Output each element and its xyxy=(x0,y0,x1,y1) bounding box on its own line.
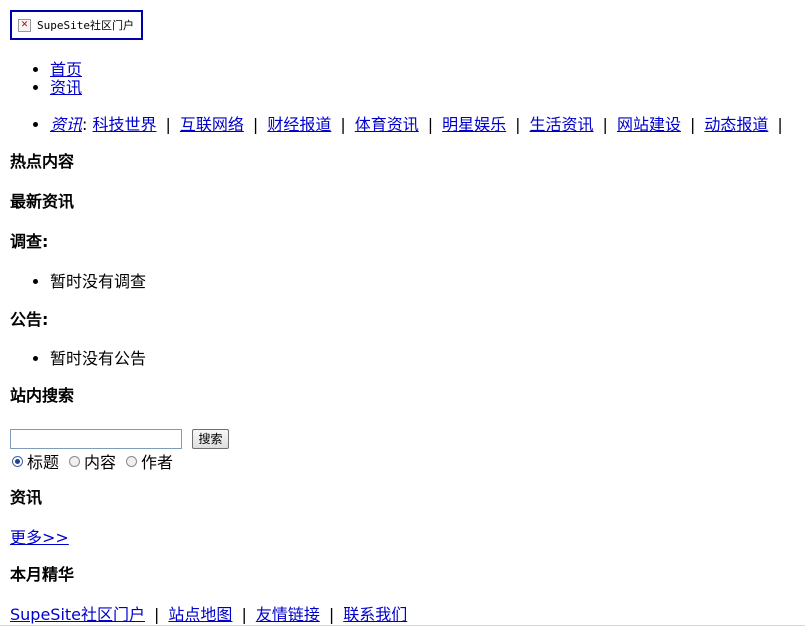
broken-image-icon: ✕ xyxy=(18,18,31,32)
separator: | xyxy=(777,115,783,134)
search-scope-options: 标题 内容 作者 xyxy=(12,449,183,473)
channel-link-internet[interactable]: 互联网络 xyxy=(180,115,244,134)
separator: | xyxy=(427,115,434,134)
channel-nav: 资讯: 科技世界 | 互联网络 | 财经报道 | 体育资讯 | 明星娱乐 | 生活资讯 | 网站建设 | 动… xyxy=(10,116,792,134)
channel-link-finance[interactable]: 财经报道 xyxy=(267,115,331,134)
notice-heading: 公告: xyxy=(10,310,49,329)
channel-link-updates[interactable]: 动态报道 xyxy=(704,115,768,134)
search-option-content[interactable]: 内容 xyxy=(69,449,116,473)
separator: | xyxy=(515,115,521,134)
channel-label-link[interactable]: 资讯 xyxy=(50,115,82,134)
main-nav: 首页 资讯 xyxy=(10,61,82,97)
search-option-label: 作者 xyxy=(141,453,174,472)
separator: | xyxy=(165,115,171,134)
search-button[interactable]: 搜索 xyxy=(192,429,229,449)
footer-link-sitemap[interactable]: 站点地图 xyxy=(168,605,232,624)
separator: | xyxy=(241,605,247,624)
search-option-title[interactable]: 标题 xyxy=(12,449,59,473)
search-option-author[interactable]: 作者 xyxy=(126,449,173,473)
channel-nav-row: 资讯: 科技世界 | 互联网络 | 财经报道 | 体育资讯 | 明星娱乐 | 生活资讯 | 网站建设 | 动… xyxy=(50,116,792,134)
poll-heading: 调查: xyxy=(10,232,49,251)
separator: | xyxy=(252,115,259,134)
footer-link-portal[interactable]: SupeSite社区门户 xyxy=(10,605,145,624)
hot-content-heading: 热点内容 xyxy=(10,152,75,171)
best-of-month-heading: 本月精华 xyxy=(10,565,75,584)
notice-empty-item: 暂时没有公告 xyxy=(50,350,146,368)
radio-unchecked-icon[interactable] xyxy=(126,455,138,467)
logo-link[interactable]: ✕ SupeSite社区门户 xyxy=(10,10,143,40)
footer-link-contact[interactable]: 联系我们 xyxy=(343,605,407,624)
poll-empty-item: 暂时没有调查 xyxy=(50,273,146,291)
footer-link-friends[interactable]: 友情链接 xyxy=(256,605,320,624)
footer-divider xyxy=(0,625,805,626)
logo-alt-text: SupeSite社区门户 xyxy=(37,19,134,32)
search-input[interactable] xyxy=(10,429,182,449)
channel-link-webdev[interactable]: 网站建设 xyxy=(617,115,681,134)
poll-list: 暂时没有调查 xyxy=(10,273,146,291)
main-nav-item: 首页 xyxy=(50,61,82,79)
channel-colon: : xyxy=(82,115,88,134)
radio-checked-icon[interactable] xyxy=(12,455,23,467)
site-search-heading: 站内搜索 xyxy=(10,386,75,405)
separator: | xyxy=(602,115,608,134)
news-heading: 资讯 xyxy=(10,488,43,507)
more-link[interactable]: 更多>> xyxy=(10,529,69,547)
latest-news-heading: 最新资讯 xyxy=(10,192,75,211)
separator: | xyxy=(689,115,696,134)
nav-home-link[interactable]: 首页 xyxy=(50,60,82,79)
footer-links: SupeSite社区门户 | 站点地图 | 友情链接 | 联系我们 xyxy=(10,606,407,624)
channel-link-life[interactable]: 生活资讯 xyxy=(530,115,594,134)
channel-link-sports[interactable]: 体育资讯 xyxy=(355,115,419,134)
channel-link-entertainment[interactable]: 明星娱乐 xyxy=(442,115,506,134)
search-option-label: 标题 xyxy=(27,453,60,472)
separator: | xyxy=(340,115,346,134)
main-nav-item: 资讯 xyxy=(50,79,82,97)
notice-list: 暂时没有公告 xyxy=(10,350,146,368)
separator: | xyxy=(154,605,160,624)
radio-unchecked-icon[interactable] xyxy=(69,455,81,467)
separator: | xyxy=(328,605,335,624)
search-option-label: 内容 xyxy=(84,453,117,472)
channel-link-tech[interactable]: 科技世界 xyxy=(93,115,157,134)
nav-news-link[interactable]: 资讯 xyxy=(50,78,82,97)
